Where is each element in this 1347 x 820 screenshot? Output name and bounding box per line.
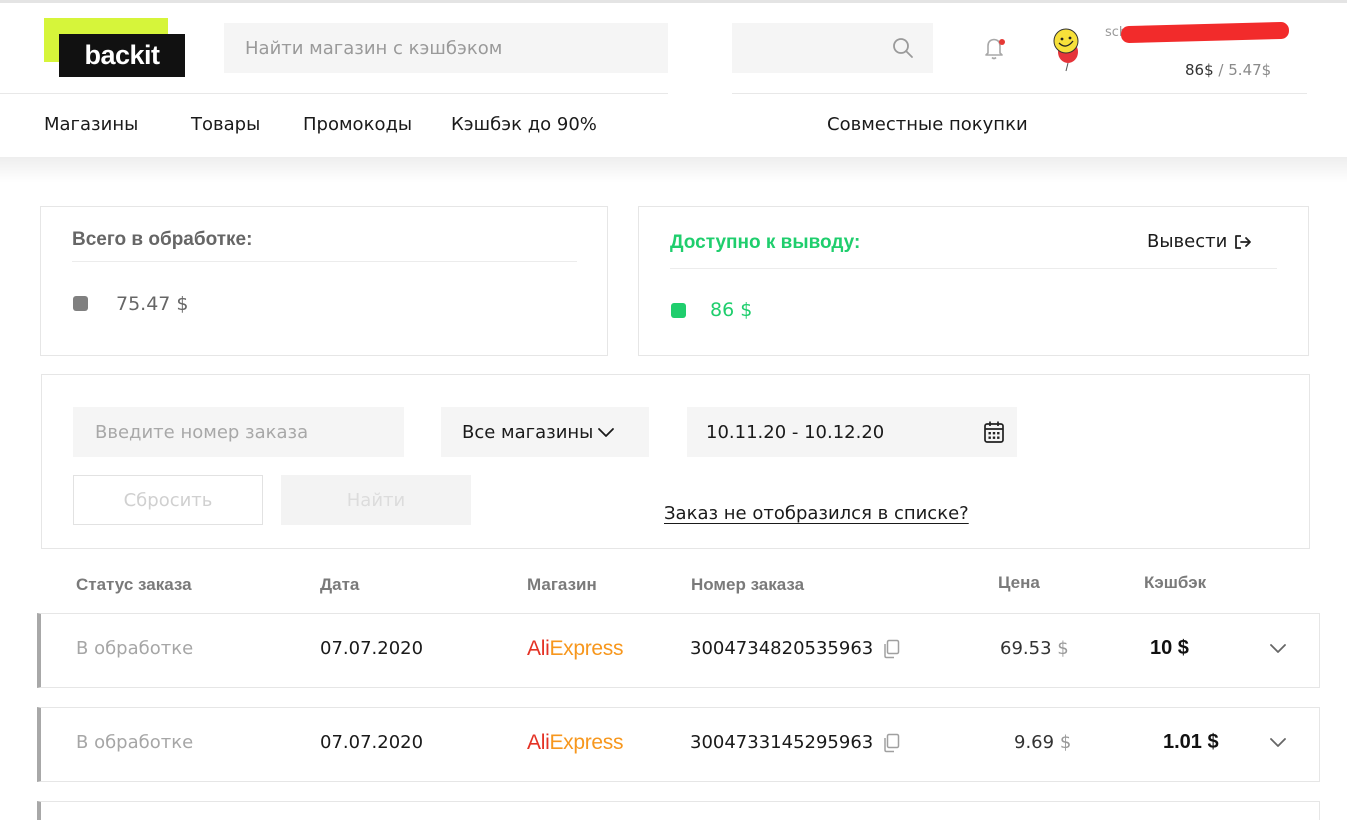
header-order-number: Номер заказа <box>691 575 805 594</box>
top-border <box>0 0 1347 3</box>
header-cashback: Кэшбэк <box>1144 573 1207 592</box>
order-number-text: 3004734820535963 <box>690 638 874 659</box>
user-name[interactable]: sch <box>1105 21 1290 46</box>
shop-select-value: Все магазины <box>462 421 594 443</box>
card-divider <box>670 268 1277 269</box>
notifications-button[interactable] <box>982 34 1008 62</box>
processing-title: Всего в обработке: <box>72 229 253 250</box>
withdraw-label: Вывести <box>1147 231 1228 252</box>
nav-promocodes[interactable]: Промокоды <box>303 114 412 135</box>
avatar-balloon-icon <box>1053 28 1079 72</box>
nav-group-purchases[interactable]: Совместные покупки <box>827 114 1028 135</box>
table-row[interactable]: В обработке 07.07.2020 AliExpress 300473… <box>37 707 1320 782</box>
available-marker <box>671 303 686 318</box>
header-status: Статус заказа <box>76 575 192 594</box>
withdraw-icon <box>1235 234 1252 249</box>
order-number-text: 3004733145295963 <box>690 732 874 753</box>
search-button[interactable] <box>732 23 933 73</box>
order-number: 3004733145295963 <box>690 732 900 753</box>
nav-cashback-90[interactable]: Кэшбэк до 90% <box>451 114 597 135</box>
find-button[interactable]: Найти <box>281 475 471 525</box>
shop-logo-aliexpress: AliExpress <box>527 731 624 754</box>
header-date: Дата <box>320 575 360 594</box>
date-range-value: 10.11.20 - 10.12.20 <box>706 421 885 443</box>
processing-card: Всего в обработке: 75.47 $ <box>40 206 608 356</box>
processing-amount: 75.47 $ <box>116 293 189 315</box>
nav-products[interactable]: Товары <box>191 114 260 135</box>
date-range-field[interactable]: 10.11.20 - 10.12.20 <box>687 407 1017 457</box>
order-price-value: 9.69 <box>1014 732 1055 753</box>
header-divider <box>0 93 668 94</box>
chevron-down-icon <box>598 428 615 437</box>
chevron-down-icon[interactable] <box>1269 642 1287 654</box>
logo[interactable]: backit <box>44 18 186 78</box>
table-row[interactable] <box>37 801 1320 820</box>
order-price-currency: $ <box>1057 638 1069 659</box>
order-number-input[interactable] <box>73 407 404 457</box>
order-date: 07.07.2020 <box>320 732 424 753</box>
order-date: 07.07.2020 <box>320 638 424 659</box>
balance-processing: 5.47$ <box>1228 61 1272 79</box>
balance-available: 86$ <box>1185 61 1214 79</box>
order-status: В обработке <box>76 732 194 753</box>
redaction-mark <box>1120 21 1290 44</box>
order-status: В обработке <box>76 638 194 659</box>
logo-text: backit <box>59 34 185 77</box>
balance-separator: / <box>1218 61 1224 79</box>
order-price: 9.69 $ <box>1014 732 1071 753</box>
reset-button[interactable]: Сбросить <box>73 475 263 525</box>
search-input[interactable] <box>224 23 668 73</box>
header-shadow <box>0 157 1347 183</box>
header-price: Цена <box>998 573 1040 592</box>
header-shop: Магазин <box>527 575 597 594</box>
order-price: 69.53 $ <box>1000 638 1069 659</box>
nav-shops[interactable]: Магазины <box>44 114 138 135</box>
order-cashback: 10 $ <box>1150 637 1189 659</box>
card-divider <box>72 261 577 262</box>
shop-select[interactable]: Все магазины <box>441 407 649 457</box>
avatar[interactable] <box>1046 25 1092 73</box>
search-icon <box>893 38 913 58</box>
processing-marker <box>73 296 88 311</box>
copy-icon[interactable] <box>882 639 900 659</box>
table-row[interactable]: В обработке 07.07.2020 AliExpress 300473… <box>37 613 1320 688</box>
available-card: Доступно к выводу: 86 $ <box>638 206 1309 356</box>
order-price-currency: $ <box>1059 732 1072 753</box>
bell-icon <box>985 38 1005 60</box>
order-number: 3004734820535963 <box>690 638 900 659</box>
order-price-value: 69.53 <box>1000 638 1052 659</box>
copy-icon[interactable] <box>882 733 900 753</box>
available-amount: 86 $ <box>710 299 753 321</box>
header-divider <box>732 93 1307 94</box>
withdraw-button[interactable]: Вывести <box>1147 231 1253 252</box>
missing-order-link[interactable]: Заказ не отобразился в списке? <box>664 503 969 524</box>
header-balance: 86$ / 5.47$ <box>1185 61 1271 79</box>
order-cashback: 1.01 $ <box>1163 731 1219 753</box>
calendar-icon[interactable] <box>983 420 1005 444</box>
shop-logo-aliexpress: AliExpress <box>527 637 624 660</box>
chevron-down-icon[interactable] <box>1269 736 1287 748</box>
available-title: Доступно к выводу: <box>670 232 861 253</box>
